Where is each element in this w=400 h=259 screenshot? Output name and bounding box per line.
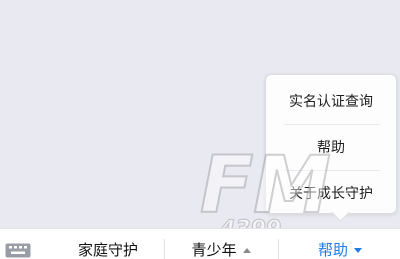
youth-label: 青少年	[191, 241, 237, 259]
help-menu[interactable]: 帮助	[280, 229, 400, 259]
keyboard-icon	[5, 243, 31, 258]
chevron-down-icon	[354, 248, 362, 253]
fm-4399-watermark: FM 4399	[199, 140, 332, 240]
bottom-menu-bar: 家庭守护 青少年 帮助	[0, 228, 400, 259]
bar-divider	[164, 239, 165, 259]
menu-item-real-name-query[interactable]: 实名认证查询	[266, 79, 396, 123]
chevron-up-icon	[242, 248, 251, 253]
help-label: 帮助	[317, 241, 348, 259]
bar-divider	[278, 239, 279, 259]
keyboard-toggle-button[interactable]	[3, 242, 33, 259]
youth-menu[interactable]: 青少年	[166, 229, 276, 259]
family-guard-menu[interactable]: 家庭守护	[52, 229, 164, 259]
menu-item-label: 实名认证查询	[289, 94, 373, 110]
family-guard-label: 家庭守护	[77, 241, 138, 259]
